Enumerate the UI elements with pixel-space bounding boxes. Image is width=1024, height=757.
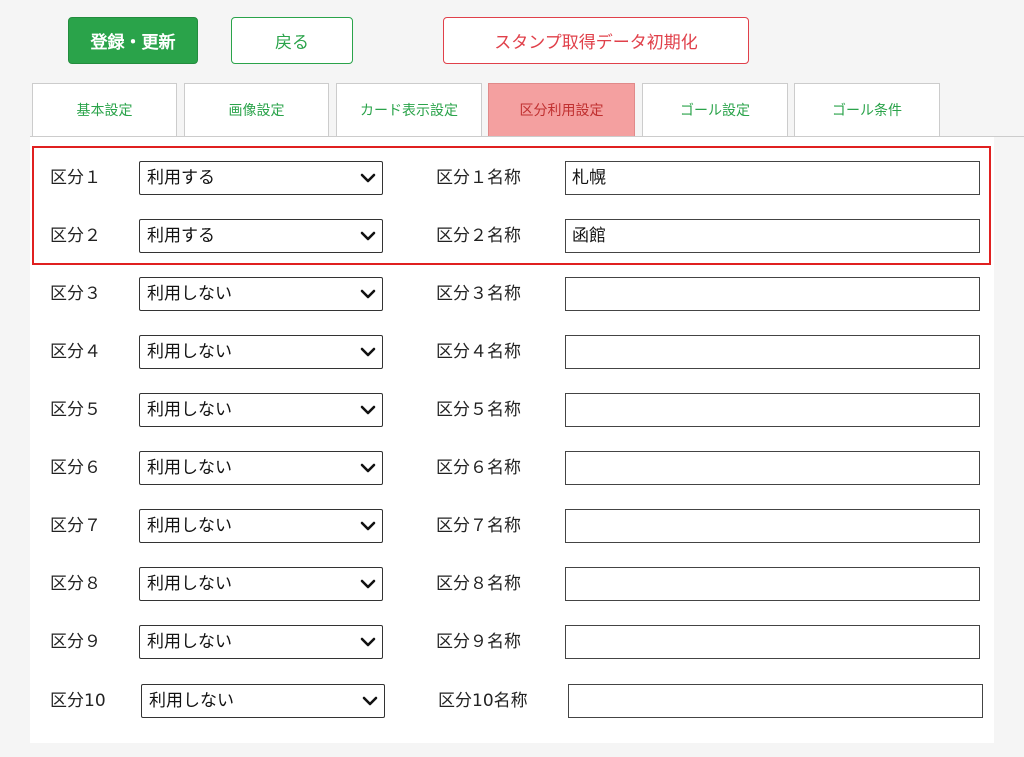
division-name-input[interactable] [565, 567, 980, 601]
division-row-1: 区分１ 利用する 区分１名称 札幌 [0, 161, 1024, 195]
division-usage-select[interactable]: 利用しない [139, 451, 383, 485]
division-label: 区分４ [50, 342, 101, 362]
tab-image-settings[interactable]: 画像設定 [184, 83, 329, 136]
chevron-down-icon [362, 696, 378, 706]
division-usage-select[interactable]: 利用する [139, 219, 383, 253]
register-update-button[interactable]: 登録・更新 [68, 17, 198, 64]
chevron-down-icon [360, 579, 376, 589]
division-row-7: 区分７ 利用しない 区分７名称 [0, 509, 1024, 543]
division-name-label: 区分６名称 [436, 458, 521, 478]
division-usage-select[interactable]: 利用しない [139, 509, 383, 543]
division-usage-select[interactable]: 利用しない [139, 277, 383, 311]
division-name-label: 区分７名称 [436, 516, 521, 536]
tab-basic-settings[interactable]: 基本設定 [32, 83, 177, 136]
division-label: 区分１ [50, 168, 101, 188]
division-label: 区分７ [50, 516, 101, 536]
division-row-9: 区分９ 利用しない 区分９名称 [0, 625, 1024, 659]
division-label: 区分10 [50, 691, 106, 711]
back-button[interactable]: 戻る [231, 17, 353, 64]
division-row-4: 区分４ 利用しない 区分４名称 [0, 335, 1024, 369]
tab-card-display-settings[interactable]: カード表示設定 [336, 83, 482, 136]
division-usage-value: 利用しない [147, 342, 232, 362]
chevron-down-icon [360, 521, 376, 531]
division-label: 区分６ [50, 458, 101, 478]
division-label: 区分２ [50, 226, 101, 246]
division-name-label: 区分３名称 [436, 284, 521, 304]
division-row-2: 区分２ 利用する 区分２名称 函館 [0, 219, 1024, 253]
division-name-label: 区分２名称 [436, 226, 521, 246]
division-usage-value: 利用しない [149, 691, 234, 711]
tab-goal-conditions[interactable]: ゴール条件 [794, 83, 940, 136]
division-usage-select[interactable]: 利用しない [139, 393, 383, 427]
division-usage-value: 利用しない [147, 458, 232, 478]
chevron-down-icon [360, 405, 376, 415]
chevron-down-icon [360, 289, 376, 299]
division-label: 区分８ [50, 574, 101, 594]
division-label: 区分９ [50, 632, 101, 652]
division-usage-value: 利用する [147, 168, 215, 188]
division-name-input[interactable] [565, 277, 980, 311]
division-name-input[interactable] [565, 625, 980, 659]
reset-stamp-data-button[interactable]: スタンプ取得データ初期化 [443, 17, 749, 64]
division-name-label: 区分10名称 [438, 691, 528, 711]
division-name-input[interactable] [565, 451, 980, 485]
chevron-down-icon [360, 231, 376, 241]
division-row-10: 区分10 利用しない 区分10名称 [0, 684, 1024, 718]
division-usage-value: 利用しない [147, 632, 232, 652]
division-usage-value: 利用しない [147, 516, 232, 536]
division-usage-select[interactable]: 利用しない [139, 567, 383, 601]
tab-division-usage-settings[interactable]: 区分利用設定 [488, 83, 635, 136]
division-name-input[interactable] [565, 509, 980, 543]
division-name-label: 区分９名称 [436, 632, 521, 652]
chevron-down-icon [360, 463, 376, 473]
division-usage-select[interactable]: 利用しない [139, 335, 383, 369]
division-usage-value: 利用する [147, 226, 215, 246]
division-name-label: 区分５名称 [436, 400, 521, 420]
division-usage-value: 利用しない [147, 400, 232, 420]
division-usage-select[interactable]: 利用する [139, 161, 383, 195]
division-usage-select[interactable]: 利用しない [139, 625, 383, 659]
division-row-8: 区分８ 利用しない 区分８名称 [0, 567, 1024, 601]
division-usage-value: 利用しない [147, 284, 232, 304]
division-row-6: 区分６ 利用しない 区分６名称 [0, 451, 1024, 485]
division-label: 区分３ [50, 284, 101, 304]
division-label: 区分５ [50, 400, 101, 420]
chevron-down-icon [360, 173, 376, 183]
division-row-5: 区分５ 利用しない 区分５名称 [0, 393, 1024, 427]
division-name-label: 区分８名称 [436, 574, 521, 594]
division-name-label: 区分１名称 [436, 168, 521, 188]
division-name-input[interactable] [565, 393, 980, 427]
division-name-input[interactable] [565, 335, 980, 369]
division-row-3: 区分３ 利用しない 区分３名称 [0, 277, 1024, 311]
chevron-down-icon [360, 637, 376, 647]
division-name-input[interactable]: 札幌 [565, 161, 980, 195]
division-usage-select[interactable]: 利用しない [141, 684, 385, 718]
chevron-down-icon [360, 347, 376, 357]
division-name-label: 区分４名称 [436, 342, 521, 362]
tab-goal-settings[interactable]: ゴール設定 [642, 83, 788, 136]
page: 登録・更新 戻る スタンプ取得データ初期化 基本設定 画像設定 カード表示設定 … [0, 0, 1024, 757]
division-usage-value: 利用しない [147, 574, 232, 594]
division-name-input[interactable]: 函館 [565, 219, 980, 253]
division-name-input[interactable] [568, 684, 983, 718]
